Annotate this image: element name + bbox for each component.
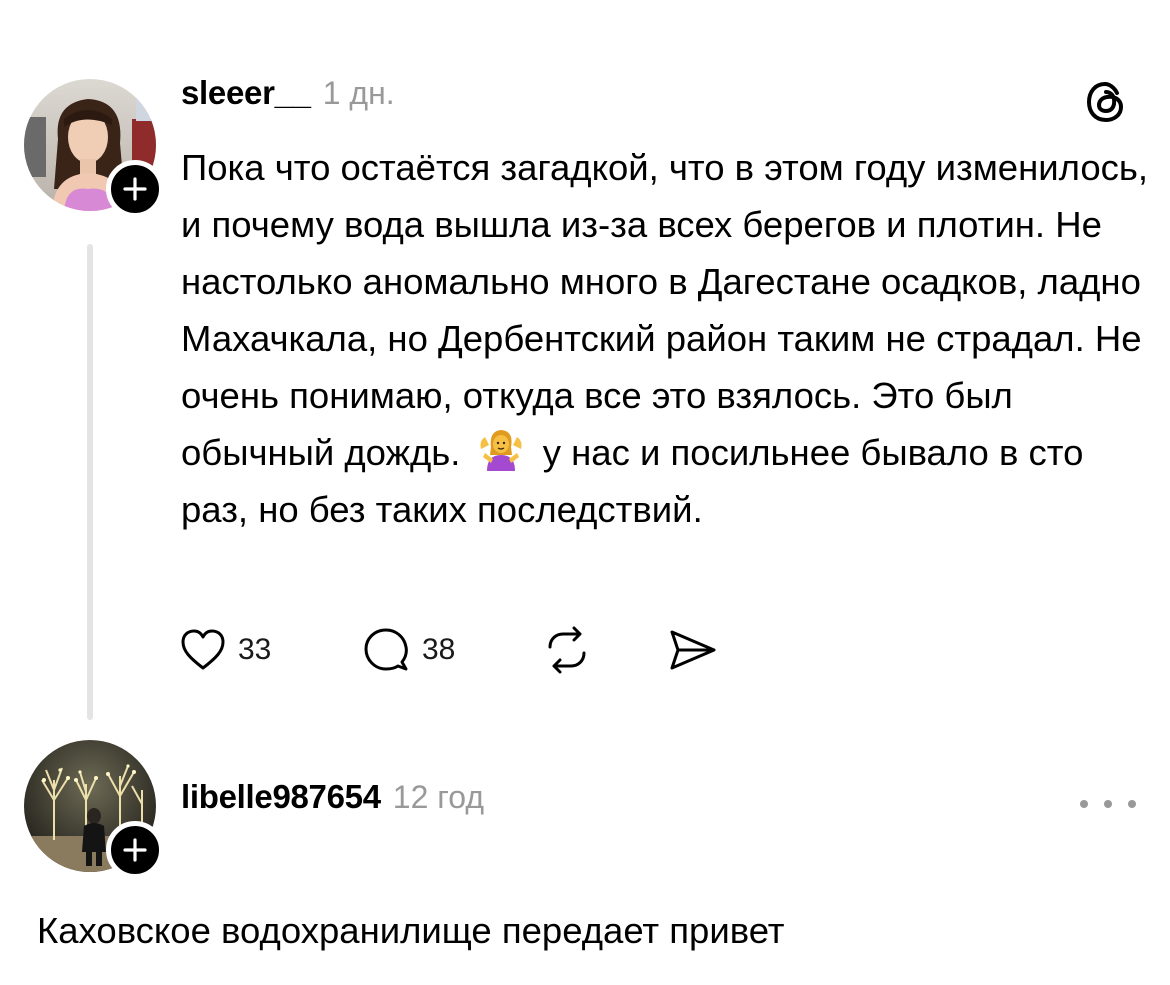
- threads-logo-icon[interactable]: [1084, 79, 1130, 125]
- like-count: 33: [238, 633, 272, 666]
- username[interactable]: libelle987654: [181, 778, 381, 816]
- follow-button[interactable]: [106, 160, 164, 218]
- repost-icon: [548, 626, 586, 674]
- person-shrugging-emoji-icon: [477, 427, 525, 471]
- follow-button[interactable]: [106, 821, 164, 879]
- plus-icon: [123, 177, 147, 201]
- more-icon[interactable]: [1080, 790, 1136, 818]
- post-header: libelle987654 12 год: [181, 778, 484, 822]
- post-text: Каховское водохранилище передает привет: [37, 910, 785, 951]
- heart-icon: [181, 629, 225, 670]
- like-button[interactable]: 33: [180, 620, 271, 680]
- timestamp: 1 дн.: [322, 75, 395, 111]
- more-dot: [1104, 800, 1112, 808]
- more-dot: [1128, 800, 1136, 808]
- post-text-part1: Пока что остаётся загадкой, что в этом г…: [181, 147, 1149, 473]
- share-icon: [670, 630, 716, 670]
- post-header: sleeer__ 1 дн.: [181, 74, 395, 118]
- comment-icon: [364, 628, 408, 671]
- comment-button[interactable]: 38: [362, 620, 455, 680]
- share-button[interactable]: [666, 620, 718, 680]
- more-dot: [1080, 800, 1088, 808]
- reply-count: 38: [422, 633, 456, 666]
- post-text: Пока что остаётся загадкой, что в этом г…: [181, 139, 1151, 538]
- thread-line: [87, 244, 93, 720]
- plus-icon: [123, 838, 147, 862]
- timestamp: 12 год: [392, 779, 484, 815]
- username[interactable]: sleeer__: [181, 74, 311, 112]
- repost-button[interactable]: [542, 620, 592, 680]
